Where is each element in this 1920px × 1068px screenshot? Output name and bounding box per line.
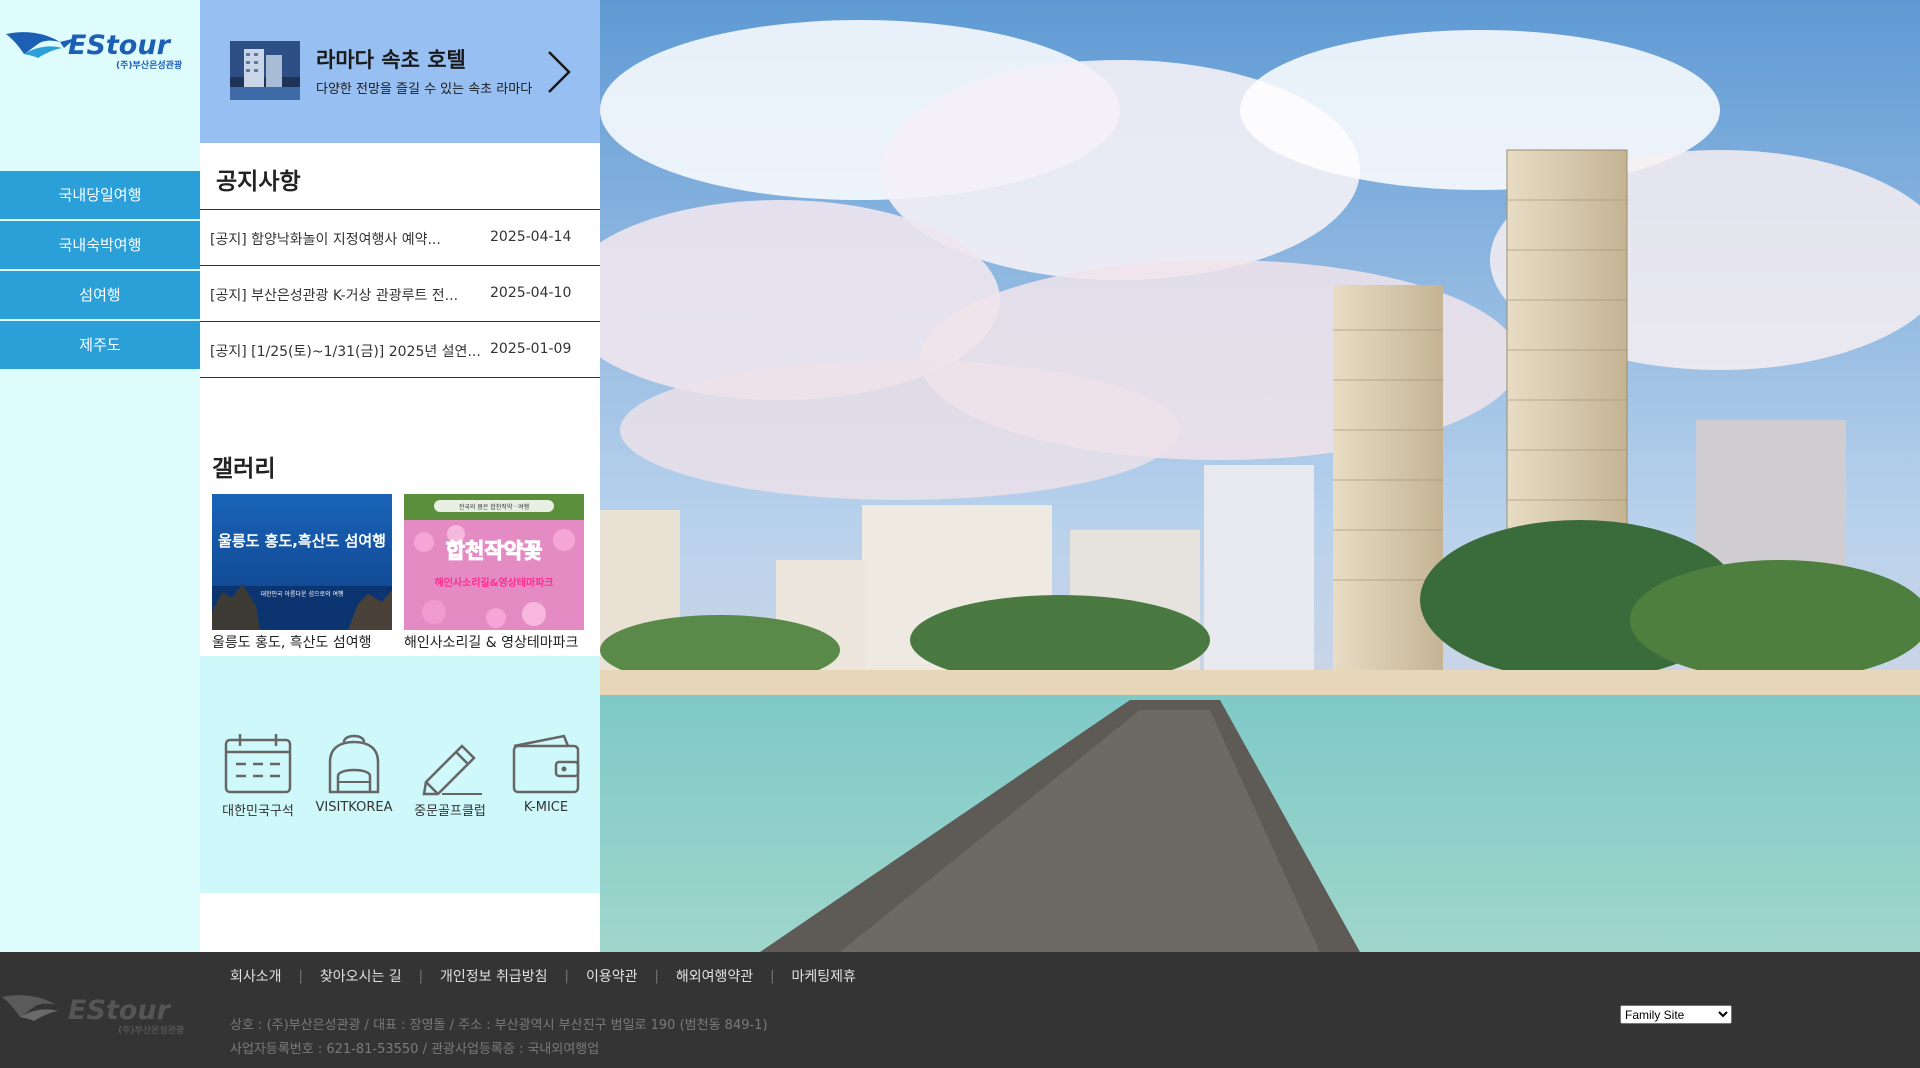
hotel-banner[interactable]: 라마다 속초 호텔 다양한 전망을 즐길 수 있는 속초 라마다 (200, 0, 600, 143)
hero-image (600, 0, 1920, 952)
gallery-item-ulleungdo[interactable]: 울릉도 홍도,흑산도 섬여행 대한민국 아름다운 섬으로의 여행 울릉도 홍도,… (212, 494, 394, 652)
notice-title: 공지사항 (216, 169, 301, 195)
notice-row[interactable]: [공지] 함양낙화놀이 지정여행사 예약... 2025-04-14 (200, 210, 600, 266)
gallery-item-haeinsa[interactable]: 전국의 봄은 합천작약 · 여행 합천작약꽃 해인사소리길&영상테마파크 해인사… (404, 494, 586, 652)
gallery-title: 갤러리 (212, 456, 276, 482)
svg-text:EStour: EStour (68, 30, 172, 61)
wallet-icon (508, 732, 584, 796)
pencil-icon (412, 732, 488, 796)
quick-link-visitkorea[interactable]: VISITKOREA (306, 732, 402, 815)
quick-link-jungmun-golf[interactable]: 중문골프클럽 (402, 732, 498, 819)
gallery-image: 전국의 봄은 합천작약 · 여행 합천작약꽃 해인사소리길&영상테마파크 (404, 494, 584, 630)
hotel-description: 다양한 전망을 즐길 수 있는 속초 라마다 (316, 82, 533, 97)
notice-text: [공지] [1/25(토)~1/31(금)] 2025년 설연... (210, 344, 480, 360)
sidebar-item-jeju[interactable]: 제주도 (0, 321, 200, 369)
svg-text:EStour: EStour (68, 995, 172, 1026)
gallery-image: 울릉도 홍도,흑산도 섬여행 대한민국 아름다운 섬으로의 여행 (212, 494, 392, 630)
svg-text:(주)부산은성관광: (주)부산은성관광 (118, 1024, 185, 1036)
side-nav: 국내당일여행 국내숙박여행 섬여행 제주도 (0, 171, 200, 371)
footer-info-line: 사업자등록번호 : 621-81-53550 / 관광사업등록증 : 국내외여행… (230, 1042, 600, 1057)
svg-text:전국의 봄은 합천작약 · 여행: 전국의 봄은 합천작약 · 여행 (459, 503, 529, 511)
notice-text: [공지] 함양낙화놀이 지정여행사 예약... (210, 232, 441, 248)
notice-text: [공지] 부산은성관광 K-거상 관광루트 전... (210, 288, 459, 304)
notice-list: [공지] 함양낙화놀이 지정여행사 예약... 2025-04-14 [공지] … (200, 209, 600, 378)
notice-date: 2025-04-10 (490, 285, 572, 301)
notice-row[interactable]: [공지] [1/25(토)~1/31(금)] 2025년 설연... 2025-… (200, 322, 600, 378)
footer-logo[interactable]: EStour (주)부산은성관광 (0, 989, 200, 1039)
sidebar-item-day-trip[interactable]: 국내당일여행 (0, 171, 200, 219)
gallery-caption: 울릉도 홍도, 흑산도 섬여행 (212, 635, 372, 651)
footer: EStour (주)부산은성관광 회사소개 | 찾아오시는 길 | 개인정보 취… (0, 952, 1920, 1068)
footer-link-about[interactable]: 회사소개 (230, 966, 282, 986)
footer-company-info: 상호 : (주)부산은성관광 / 대표 : 장영돌 / 주소 : 부산광역시 부… (230, 1014, 768, 1062)
svg-text:합천작약꽃: 합천작약꽃 (446, 539, 543, 563)
footer-info-line: 상호 : (주)부산은성관광 / 대표 : 장영돌 / 주소 : 부산광역시 부… (230, 1018, 768, 1033)
quick-link-korea-corner[interactable]: 대한민국구석 (210, 732, 306, 819)
notice-date: 2025-04-14 (490, 229, 572, 245)
footer-separator: | (770, 968, 775, 984)
svg-text:대한민국 아름다운 섬으로의 여행: 대한민국 아름다운 섬으로의 여행 (260, 590, 343, 598)
left-sidebar: EStour (주)부산은성관광 국내당일여행 국내숙박여행 섬여행 제주도 (0, 0, 200, 952)
hotel-thumbnail (230, 41, 300, 100)
footer-link-terms[interactable]: 이용약관 (586, 966, 638, 986)
sidebar-item-overnight-trip[interactable]: 국내숙박여행 (0, 221, 200, 269)
footer-separator: | (564, 968, 569, 984)
footer-links: 회사소개 | 찾아오시는 길 | 개인정보 취급방침 | 이용약관 | 해외여행… (230, 966, 856, 986)
quick-link-label: K-MICE (523, 800, 569, 815)
quick-link-label: 중문골프클럽 (414, 804, 486, 819)
hotel-title: 라마다 속초 호텔 (316, 48, 466, 72)
svg-text:(주)부산은성관광: (주)부산은성관광 (116, 59, 183, 71)
chevron-right-icon[interactable] (546, 50, 572, 94)
quick-link-label: 대한민국구석 (222, 804, 294, 819)
footer-separator: | (298, 968, 303, 984)
footer-link-privacy[interactable]: 개인정보 취급방침 (440, 966, 548, 986)
family-site-select[interactable]: Family Site (1620, 1005, 1732, 1024)
notice-date: 2025-01-09 (490, 341, 572, 357)
middle-column: 라마다 속초 호텔 다양한 전망을 즐길 수 있는 속초 라마다 공지사항 [공… (200, 0, 600, 952)
svg-text:울릉도 홍도,흑산도 섬여행: 울릉도 홍도,흑산도 섬여행 (218, 532, 386, 550)
calendar-icon (220, 732, 296, 796)
quick-link-k-mice[interactable]: K-MICE (498, 732, 594, 815)
footer-link-directions[interactable]: 찾아오시는 길 (320, 966, 402, 986)
gallery-caption: 해인사소리길 & 영상테마파크 (404, 635, 579, 651)
footer-separator: | (654, 968, 659, 984)
footer-separator: | (418, 968, 424, 984)
footer-link-marketing[interactable]: 마케팅제휴 (792, 966, 856, 986)
notice-row[interactable]: [공지] 부산은성관광 K-거상 관광루트 전... 2025-04-10 (200, 266, 600, 322)
footer-link-overseas-terms[interactable]: 해외여행약관 (676, 966, 753, 986)
quick-links: 대한민국구석 VISITKOREA 중문골프클럽 K-MICE (200, 656, 600, 893)
svg-text:해인사소리길&영상테마파크: 해인사소리길&영상테마파크 (434, 576, 553, 589)
backpack-icon (316, 732, 392, 796)
quick-link-label: VISITKOREA (315, 800, 393, 815)
sidebar-item-island-trip[interactable]: 섬여행 (0, 271, 200, 319)
estour-logo[interactable]: EStour (주)부산은성관광 (4, 26, 196, 76)
